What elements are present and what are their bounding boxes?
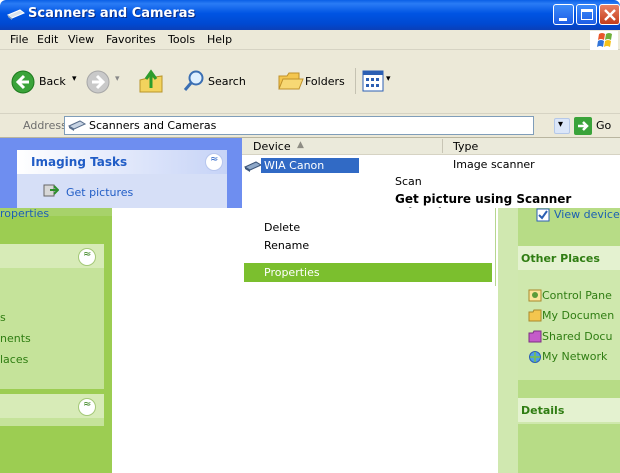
details-panel: Details: [518, 398, 620, 424]
go-arrow-icon[interactable]: [574, 117, 592, 135]
chevron-up-icon: ≈: [210, 154, 219, 165]
window-title: Scanners and Cameras: [28, 6, 196, 21]
close-icon: [604, 9, 616, 21]
toolbar: Back ▾ ▾ Search Folders ▾: [0, 50, 620, 114]
device-column-header[interactable]: Device: [253, 140, 291, 153]
details-header[interactable]: Details: [518, 398, 620, 422]
imaging-tasks-header[interactable]: Imaging Tasks ≈: [17, 150, 227, 174]
shared-documents-link[interactable]: Shared Docu: [542, 330, 612, 343]
my-documents-link[interactable]: My Documen: [542, 309, 614, 322]
minimize-button[interactable]: [553, 4, 574, 25]
left-green-panel: ≈ s nents laces: [0, 244, 104, 389]
my-network-link[interactable]: My Network: [542, 350, 607, 363]
other-places-title: Other Places: [521, 252, 600, 265]
control-panel-icon: [528, 289, 542, 302]
device-item-name[interactable]: WIA Canon MF3110: [261, 158, 359, 187]
properties-link-fragment[interactable]: roperties: [0, 207, 49, 220]
list-header: Device ▲ Type: [242, 138, 620, 155]
forward-dropdown-icon[interactable]: ▾: [115, 74, 120, 84]
my-documents-icon: [528, 309, 542, 322]
collapse-button[interactable]: ≈: [78, 248, 96, 266]
address-input[interactable]: Scanners and Cameras: [64, 116, 534, 135]
menu-favorites[interactable]: Favorites: [106, 33, 156, 46]
scan-menu-item[interactable]: Scan: [395, 175, 422, 188]
get-pictures-link[interactable]: Get pictures: [66, 186, 133, 199]
get-pictures-icon: [43, 184, 59, 197]
other-places-panel: Other Places Control Pane My Documen Sha…: [518, 246, 620, 380]
left-green-panel-2: ≈: [0, 394, 104, 426]
maximize-button[interactable]: [576, 4, 597, 25]
menu-tools[interactable]: Tools: [168, 33, 195, 46]
delete-menu-item[interactable]: Delete: [264, 221, 300, 234]
up-folder-icon[interactable]: [138, 68, 164, 94]
chevron-down-icon: ≈: [83, 399, 92, 410]
left-green-panel-header[interactable]: ≈: [0, 244, 104, 268]
link-fragment[interactable]: nents: [0, 332, 31, 345]
content-border: [498, 208, 518, 473]
menu-edit[interactable]: Edit: [37, 33, 58, 46]
views-icon[interactable]: [362, 70, 384, 92]
search-icon[interactable]: [182, 69, 206, 93]
details-title: Details: [521, 404, 565, 417]
forward-arrow-icon[interactable]: [86, 70, 110, 94]
chevron-down-icon: ▾: [558, 119, 564, 130]
back-dropdown-icon[interactable]: ▾: [72, 74, 77, 84]
windows-logo-icon: [590, 31, 618, 50]
right-pane: View device Other Places Control Pane My…: [518, 208, 620, 473]
chevron-up-icon: ≈: [83, 249, 92, 260]
context-menu: Delete Rename Properties: [244, 208, 496, 286]
type-column-header[interactable]: Type: [453, 140, 478, 153]
address-label: Address: [23, 119, 67, 132]
expand-button[interactable]: ≈: [78, 398, 96, 416]
link-fragment[interactable]: s: [0, 311, 6, 324]
minimize-icon: [559, 18, 567, 21]
view-device-icon: [536, 208, 550, 222]
properties-menu-item[interactable]: Properties: [244, 263, 492, 282]
menu-file[interactable]: File: [10, 33, 28, 46]
scanner-icon: [7, 9, 25, 20]
shared-documents-icon: [528, 330, 542, 343]
collapse-button[interactable]: ≈: [205, 153, 223, 171]
properties-menu-label: Properties: [264, 266, 320, 279]
address-dropdown[interactable]: ▾: [554, 118, 570, 134]
rename-menu-item[interactable]: Rename: [264, 239, 309, 252]
my-network-icon: [529, 351, 541, 363]
address-bar: Address Scanners and Cameras ▾ Go: [0, 114, 620, 138]
scanner-icon: [68, 120, 86, 131]
address-value: Scanners and Cameras: [89, 119, 217, 132]
folders-icon[interactable]: [277, 70, 305, 92]
go-button[interactable]: Go: [596, 119, 611, 132]
back-button[interactable]: Back: [39, 75, 66, 88]
imaging-tasks-title: Imaging Tasks: [31, 155, 128, 169]
folders-button[interactable]: Folders: [305, 75, 345, 88]
sort-ascending-icon: ▲: [297, 140, 304, 150]
view-device-link[interactable]: View device: [554, 208, 620, 221]
scanner-icon: [244, 161, 262, 172]
left-green-panel-2-header[interactable]: ≈: [0, 394, 104, 418]
menu-view[interactable]: View: [68, 33, 94, 46]
context-menu-top: Scan Get picture using Scanner Wizard: [382, 170, 620, 220]
views-dropdown-icon[interactable]: ▾: [386, 74, 391, 84]
control-panel-link[interactable]: Control Pane: [542, 289, 612, 302]
menu-help[interactable]: Help: [207, 33, 232, 46]
link-fragment[interactable]: laces: [0, 353, 28, 366]
menu-bar: File Edit View Favorites Tools Help: [0, 30, 620, 50]
back-arrow-icon[interactable]: [11, 70, 35, 94]
search-button[interactable]: Search: [208, 75, 246, 88]
title-bar: Scanners and Cameras: [0, 0, 620, 30]
close-button[interactable]: [599, 4, 620, 25]
maximize-icon: [581, 9, 593, 20]
other-places-header[interactable]: Other Places: [518, 246, 620, 270]
